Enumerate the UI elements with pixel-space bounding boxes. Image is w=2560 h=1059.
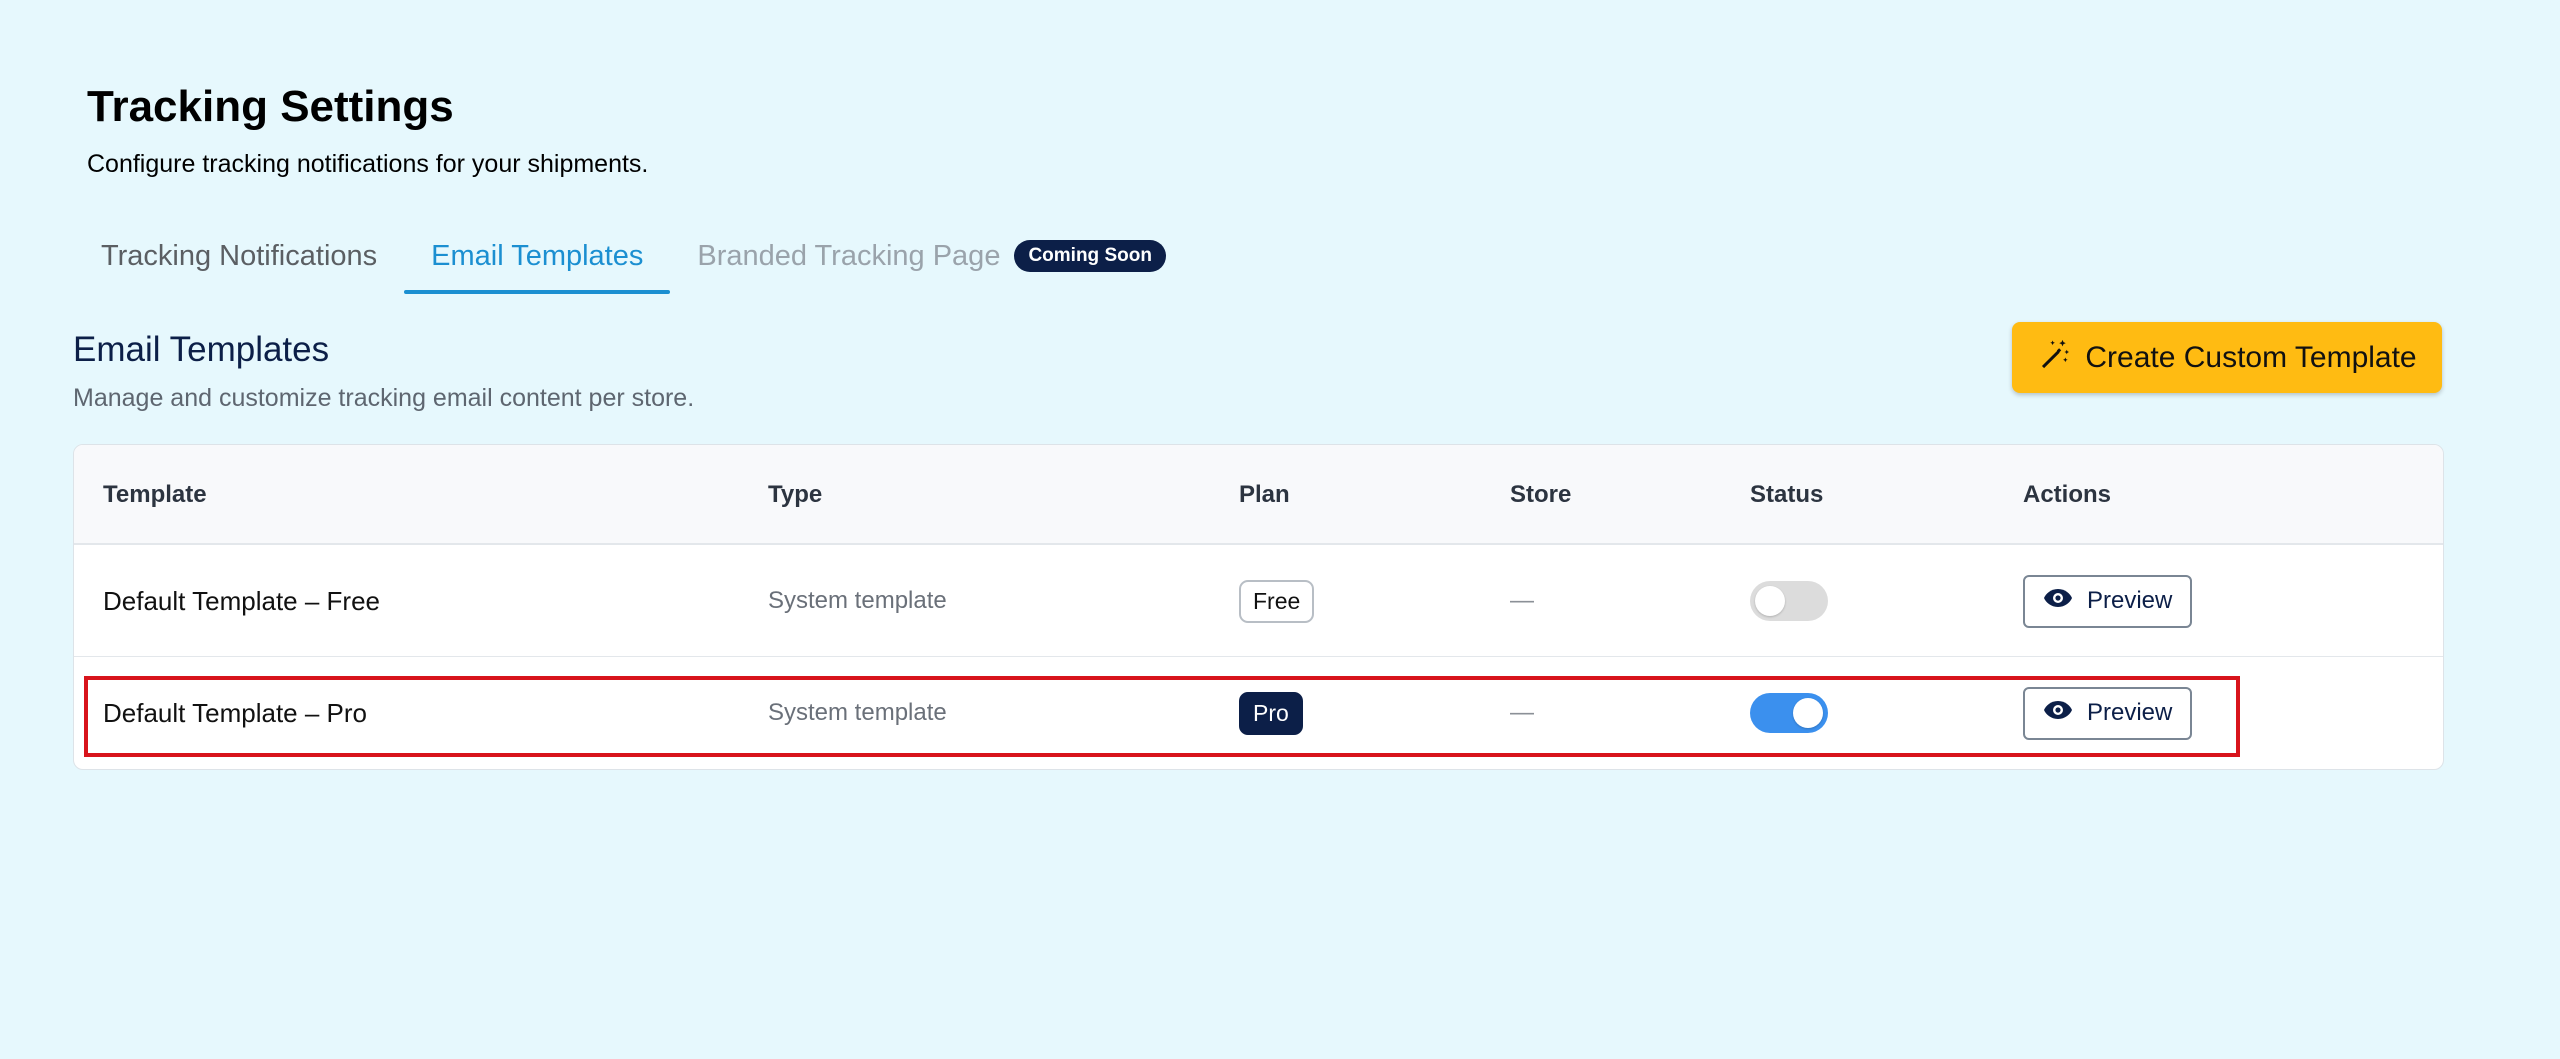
page-subtitle: Configure tracking notifications for you… <box>87 150 649 178</box>
tab-branded-tracking-page: Branded Tracking Page Coming Soon <box>670 218 1193 294</box>
section-title: Email Templates <box>73 330 330 369</box>
table-row: Default Template – Pro System template P… <box>74 657 2443 769</box>
column-header-type: Type <box>768 481 823 508</box>
column-header-template: Template <box>103 481 207 508</box>
status-toggle[interactable] <box>1750 581 1828 621</box>
tab-label: Email Templates <box>431 239 644 272</box>
page-title: Tracking Settings <box>87 82 454 131</box>
tab-bar: Tracking Notifications Email Templates B… <box>74 218 1193 294</box>
templates-table: Template Type Plan Store Status Actions … <box>73 444 2444 770</box>
store-value: — <box>1510 699 1534 726</box>
plan-badge: Free <box>1239 579 1315 623</box>
plan-badge: Pro <box>1239 691 1303 735</box>
preview-label: Preview <box>2087 587 2173 614</box>
template-type: System template <box>768 587 947 614</box>
column-header-store: Store <box>1510 481 1572 508</box>
create-custom-template-button[interactable]: Create Custom Template <box>2012 322 2442 393</box>
tab-label: Tracking Notifications <box>101 239 378 272</box>
eye-icon <box>2043 699 2073 727</box>
column-header-status: Status <box>1750 481 1824 508</box>
toggle-knob <box>1755 586 1785 616</box>
template-name: Default Template – Pro <box>103 697 367 728</box>
toggle-knob <box>1793 698 1823 728</box>
tab-tracking-notifications[interactable]: Tracking Notifications <box>74 218 404 294</box>
section-subtitle: Manage and customize tracking email cont… <box>73 384 695 412</box>
magic-wand-icon <box>2037 337 2071 379</box>
template-type: System template <box>768 699 947 726</box>
table-header: Template Type Plan Store Status Actions <box>74 445 2443 545</box>
template-name: Default Template – Free <box>103 585 380 616</box>
create-button-label: Create Custom Template <box>2085 340 2417 374</box>
eye-icon <box>2043 587 2073 615</box>
preview-button[interactable]: Preview <box>2023 574 2193 628</box>
column-header-actions: Actions <box>2023 481 2112 508</box>
tab-label: Branded Tracking Page <box>697 239 1001 272</box>
column-header-plan: Plan <box>1239 481 1290 508</box>
preview-button[interactable]: Preview <box>2023 686 2193 740</box>
preview-label: Preview <box>2087 699 2173 726</box>
table-row: Default Template – Free System template … <box>74 545 2443 657</box>
tab-email-templates[interactable]: Email Templates <box>404 218 671 294</box>
status-toggle[interactable] <box>1750 693 1828 733</box>
store-value: — <box>1510 587 1534 614</box>
coming-soon-badge: Coming Soon <box>1014 240 1166 272</box>
